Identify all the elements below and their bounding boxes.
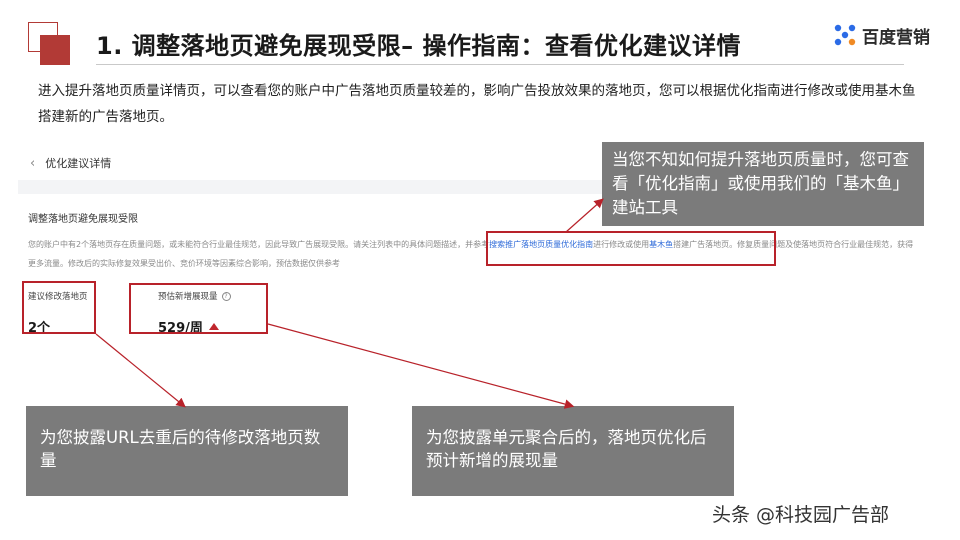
arrow-to-impression-callout bbox=[267, 323, 575, 409]
source-watermark: 头条 @科技园广告部 bbox=[712, 504, 890, 526]
arrow-to-count-callout bbox=[95, 333, 186, 408]
arrow-to-guide-tip bbox=[565, 198, 604, 233]
annotation-arrows bbox=[95, 198, 604, 409]
